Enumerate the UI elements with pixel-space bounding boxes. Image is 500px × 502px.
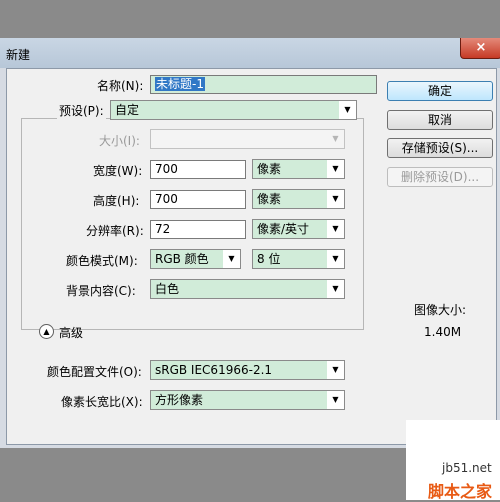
- name-input[interactable]: 未标题-1: [150, 75, 377, 94]
- watermark-brand: 脚本之家: [428, 482, 493, 501]
- width-input[interactable]: 700: [150, 160, 246, 179]
- ok-button[interactable]: 确定: [387, 81, 493, 101]
- image-size-label: 图像大小:: [414, 303, 467, 317]
- resolution-unit-value: 像素/英寸: [257, 222, 310, 236]
- height-label: 高度(H):: [93, 194, 140, 208]
- chevron-down-icon: ▼: [327, 130, 344, 148]
- width-unit-select[interactable]: 像素 ▼: [252, 159, 345, 179]
- bit-depth-select[interactable]: 8 位 ▼: [252, 249, 345, 269]
- color-profile-value: sRGB IEC61966-2.1: [155, 363, 273, 377]
- chevron-down-icon: ▼: [327, 160, 344, 178]
- watermark-site: jb51.net: [442, 461, 492, 475]
- image-size-value: 1.40M: [424, 325, 462, 339]
- chevron-down-icon: ▼: [223, 250, 240, 268]
- color-mode-select[interactable]: RGB 颜色 ▼: [150, 249, 241, 269]
- size-select[interactable]: ▼: [150, 129, 345, 149]
- width-label: 宽度(W):: [93, 164, 143, 178]
- chevron-down-icon: ▼: [339, 101, 356, 119]
- pixel-aspect-label: 像素长宽比(X):: [61, 395, 143, 409]
- chevron-down-icon: ▼: [327, 190, 344, 208]
- title-bar[interactable]: 新建 ×: [0, 38, 500, 68]
- size-label: 大小(I):: [99, 134, 140, 148]
- height-input[interactable]: 700: [150, 190, 246, 209]
- background-select[interactable]: 白色 ▼: [150, 279, 345, 299]
- dialog-body: 名称(N): 未标题-1 预设(P): 自定 ▼ 大小(I): ▼ 宽度(W):…: [6, 68, 497, 445]
- height-unit-select[interactable]: 像素 ▼: [252, 189, 345, 209]
- preset-value: 自定: [115, 103, 140, 117]
- preset-label: 预设(P):: [57, 102, 106, 119]
- dialog-title: 新建: [6, 48, 31, 62]
- color-profile-select[interactable]: sRGB IEC61966-2.1 ▼: [150, 360, 345, 380]
- advanced-label: 高级: [59, 326, 84, 340]
- color-profile-label: 颜色配置文件(O):: [47, 365, 142, 379]
- chevron-down-icon: ▼: [327, 250, 344, 268]
- preset-select[interactable]: 自定 ▼: [110, 100, 357, 120]
- width-value: 700: [155, 162, 178, 176]
- cancel-button[interactable]: 取消: [387, 110, 493, 130]
- height-value: 700: [155, 192, 178, 206]
- color-mode-label: 颜色模式(M):: [66, 254, 138, 268]
- delete-preset-button[interactable]: 删除预设(D)...: [387, 167, 493, 187]
- chevron-down-icon: ▼: [327, 361, 344, 379]
- bit-depth-value: 8 位: [257, 252, 281, 266]
- width-unit-value: 像素: [257, 162, 282, 176]
- resolution-label: 分辨率(R):: [86, 224, 144, 238]
- collapse-icon[interactable]: ▲: [39, 324, 54, 339]
- pixel-aspect-value: 方形像素: [155, 393, 204, 407]
- pixel-aspect-select[interactable]: 方形像素 ▼: [150, 390, 345, 410]
- color-mode-value: RGB 颜色: [155, 252, 209, 266]
- resolution-unit-select[interactable]: 像素/英寸 ▼: [252, 219, 345, 239]
- close-button[interactable]: ×: [460, 38, 500, 59]
- background-value: 白色: [155, 282, 180, 296]
- save-preset-button[interactable]: 存储预设(S)...: [387, 138, 493, 158]
- name-value: 未标题-1: [155, 77, 205, 91]
- background-label: 背景内容(C):: [66, 284, 136, 298]
- resolution-value: 72: [155, 222, 171, 236]
- chevron-down-icon: ▼: [327, 391, 344, 409]
- new-document-dialog: 新建 × 名称(N): 未标题-1 预设(P): 自定 ▼ 大小(I): ▼ 宽…: [0, 38, 500, 448]
- close-icon: ×: [475, 40, 487, 55]
- chevron-down-icon: ▼: [327, 220, 344, 238]
- name-label: 名称(N):: [97, 79, 144, 93]
- chevron-down-icon: ▼: [327, 280, 344, 298]
- height-unit-value: 像素: [257, 192, 282, 206]
- resolution-input[interactable]: 72: [150, 220, 246, 239]
